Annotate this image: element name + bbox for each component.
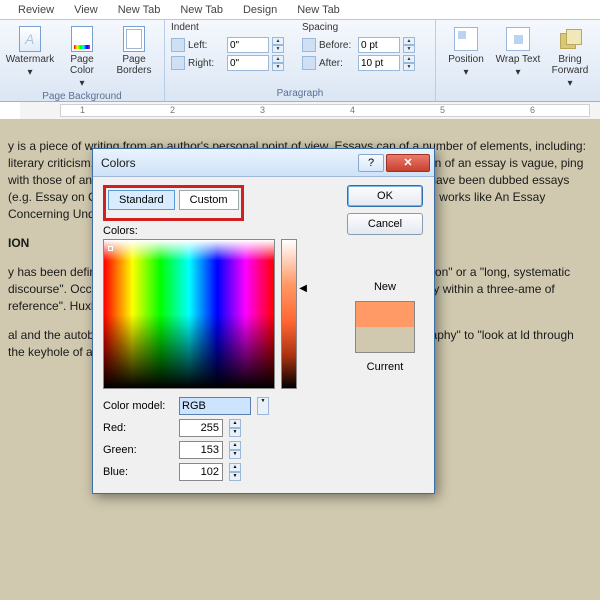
page-color-button[interactable]: Page Color▾ [58, 22, 106, 89]
color-model-label: Color model: [103, 400, 173, 412]
blue-label: Blue: [103, 466, 173, 478]
ok-button[interactable]: OK [347, 185, 423, 207]
colors-label: Colors: [103, 225, 334, 237]
tab-new2[interactable]: New Tab [170, 1, 233, 19]
current-color-label: Current [367, 361, 404, 373]
watermark-button[interactable]: Watermark▾ [6, 22, 54, 78]
indent-right-input[interactable] [227, 55, 269, 71]
color-marker[interactable] [108, 246, 113, 251]
watermark-icon [19, 26, 41, 52]
slider-arrow-icon[interactable]: ◀ [299, 283, 307, 294]
tab-design[interactable]: Design [233, 1, 287, 19]
position-icon [454, 27, 478, 51]
dialog-title: Colors [101, 156, 356, 170]
group-page-background: Watermark▾ Page Color▾ Page Borders Page… [0, 20, 165, 101]
indent-left-input[interactable] [227, 37, 269, 53]
spacing-after-icon [302, 56, 316, 70]
spacing-after-spinner[interactable]: ▲▼ [403, 55, 415, 71]
ribbon-tabs: Review View New Tab New Tab Design New T… [0, 0, 600, 20]
blue-spinner[interactable]: ▲▼ [229, 463, 241, 481]
group-label-paragraph: Paragraph [171, 86, 429, 101]
indent-left-spinner[interactable]: ▲▼ [272, 37, 284, 53]
indent-right-label: Right: [188, 58, 224, 69]
cancel-button[interactable]: Cancel [347, 213, 423, 235]
tab-view[interactable]: View [64, 1, 108, 19]
bring-forward-icon [558, 27, 582, 51]
blue-input[interactable] [179, 463, 223, 481]
page-borders-icon [123, 26, 145, 52]
red-input[interactable] [179, 419, 223, 437]
page-color-icon [71, 26, 93, 52]
color-model-dropdown[interactable]: ▼ [257, 397, 269, 415]
colors-dialog: Colors ? ✕ Standard Custom Colors: ◀ [92, 148, 435, 494]
close-button[interactable]: ✕ [386, 154, 430, 172]
ribbon: Watermark▾ Page Color▾ Page Borders Page… [0, 20, 600, 102]
green-spinner[interactable]: ▲▼ [229, 441, 241, 459]
new-color-preview [356, 302, 414, 327]
bring-forward-button[interactable]: Bring Forward▾ [546, 22, 594, 89]
indent-left-icon [171, 38, 185, 52]
spacing-before-input[interactable] [358, 37, 400, 53]
page-borders-button[interactable]: Page Borders [110, 22, 158, 76]
tab-review[interactable]: Review [8, 1, 64, 19]
tab-new3[interactable]: New Tab [287, 1, 350, 19]
current-color-preview [356, 327, 414, 352]
tab-standard[interactable]: Standard [108, 190, 175, 210]
color-model-select[interactable] [179, 397, 251, 415]
spacing-before-spinner[interactable]: ▲▼ [403, 37, 415, 53]
position-button[interactable]: Position▾ [442, 22, 490, 78]
color-swatch [355, 301, 415, 353]
green-input[interactable] [179, 441, 223, 459]
spacing-after-label: After: [319, 58, 355, 69]
spacing-before-icon [302, 38, 316, 52]
luminance-slider[interactable] [281, 239, 297, 389]
spacing-after-input[interactable] [358, 55, 400, 71]
indent-right-icon [171, 56, 185, 70]
tab-custom[interactable]: Custom [179, 190, 239, 210]
wrap-text-icon [506, 27, 530, 51]
red-label: Red: [103, 422, 173, 434]
red-spinner[interactable]: ▲▼ [229, 419, 241, 437]
indent-left-label: Left: [188, 40, 224, 51]
dialog-titlebar[interactable]: Colors ? ✕ [93, 149, 434, 177]
indent-right-spinner[interactable]: ▲▼ [272, 55, 284, 71]
spacing-before-label: Before: [319, 40, 355, 51]
green-label: Green: [103, 444, 173, 456]
indent-heading: Indent [171, 22, 284, 33]
group-paragraph: Indent Left: ▲▼ Right: ▲▼ Spacing [165, 20, 436, 101]
color-gradient-picker[interactable] [103, 239, 275, 389]
spacing-heading: Spacing [302, 22, 415, 33]
help-button[interactable]: ? [358, 154, 384, 172]
tab-new1[interactable]: New Tab [108, 1, 171, 19]
group-arrange: Position▾ Wrap Text▾ Bring Forward▾ [436, 20, 600, 101]
wrap-text-button[interactable]: Wrap Text▾ [494, 22, 542, 78]
ruler[interactable]: 1 2 3 4 5 6 [0, 102, 600, 120]
new-color-label: New [374, 281, 396, 293]
